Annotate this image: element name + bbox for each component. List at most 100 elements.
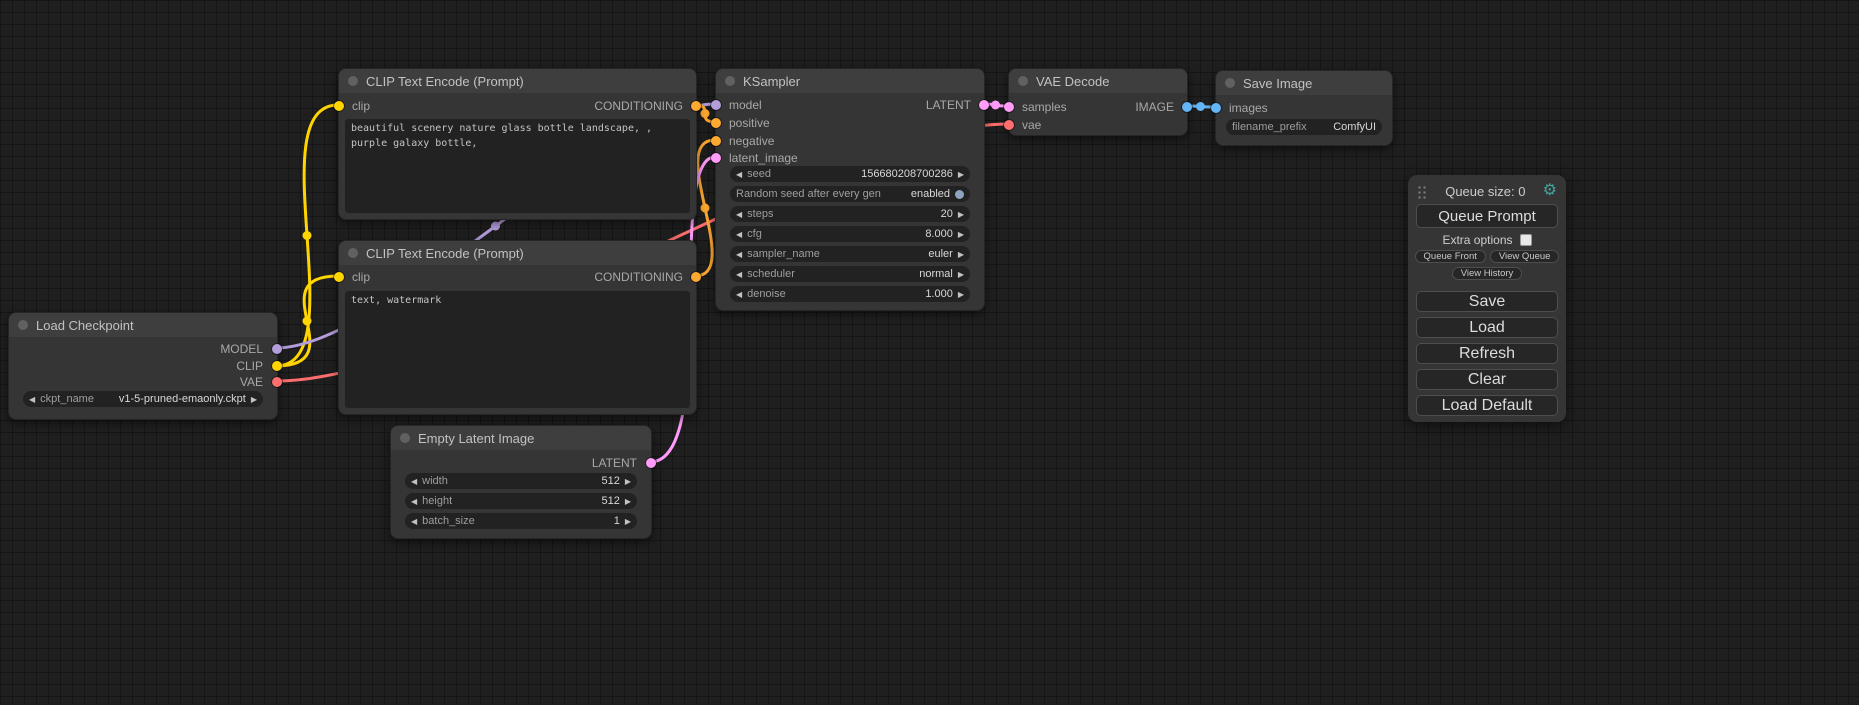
link-midpoint-dot [303, 317, 312, 326]
increment-arrow-icon[interactable]: ▶ [958, 290, 964, 299]
filename-prefix-widget[interactable]: filename_prefix ComfyUI [1226, 119, 1382, 135]
increment-arrow-icon[interactable]: ▶ [958, 270, 964, 279]
random-seed-toggle-widget[interactable]: Random seed after every gen enabled [730, 186, 970, 202]
node-clip-text-encode-negative[interactable]: CLIP Text Encode (Prompt) clip CONDITION… [338, 240, 697, 415]
increment-arrow-icon[interactable]: ▶ [625, 497, 631, 506]
decrement-arrow-icon[interactable]: ◀ [736, 210, 742, 219]
save-button[interactable]: Save [1416, 291, 1558, 312]
decrement-arrow-icon[interactable]: ◀ [736, 230, 742, 239]
node-header[interactable]: CLIP Text Encode (Prompt) [339, 241, 696, 265]
height-widget[interactable]: ◀ height 512 ▶ [405, 493, 637, 509]
output-label-model: MODEL [220, 343, 263, 355]
increment-arrow-icon[interactable]: ▶ [958, 250, 964, 259]
decrement-arrow-icon[interactable]: ◀ [736, 170, 742, 179]
decrement-arrow-icon[interactable]: ◀ [736, 250, 742, 259]
node-empty-latent-image[interactable]: Empty Latent Image LATENT ◀ width 512 ▶ … [390, 425, 652, 539]
width-widget[interactable]: ◀ width 512 ▶ [405, 473, 637, 489]
clip-output-slot[interactable] [272, 361, 282, 371]
toggle-dot-icon[interactable] [955, 190, 964, 199]
image-output-slot[interactable] [1182, 102, 1192, 112]
queue-prompt-button[interactable]: Queue Prompt [1416, 204, 1558, 228]
clear-button[interactable]: Clear [1416, 369, 1558, 390]
input-label-samples: samples [1022, 101, 1067, 113]
increment-arrow-icon[interactable]: ▶ [958, 170, 964, 179]
batch-size-widget[interactable]: ◀ batch_size 1 ▶ [405, 513, 637, 529]
cfg-widget[interactable]: ◀ cfg 8.000 ▶ [730, 226, 970, 242]
steps-widget[interactable]: ◀ steps 20 ▶ [730, 206, 970, 222]
node-header[interactable]: Save Image [1216, 71, 1392, 95]
node-ksampler[interactable]: KSampler model positive negative latent_… [715, 68, 985, 311]
decrement-arrow-icon[interactable]: ◀ [29, 395, 35, 404]
node-header[interactable]: Load Checkpoint [9, 313, 277, 337]
widget-label: cfg [747, 228, 762, 240]
latent-output-slot[interactable] [979, 100, 989, 110]
workflow-buttons: Save Load Refresh Clear Load Default [1416, 291, 1558, 416]
collapse-dot-icon[interactable] [400, 433, 410, 443]
settings-gear-icon[interactable]: ⚙ [1543, 183, 1557, 199]
collapse-dot-icon[interactable] [1225, 78, 1235, 88]
node-vae-decode[interactable]: VAE Decode samples vae IMAGE [1008, 68, 1188, 136]
node-clip-text-encode-positive[interactable]: CLIP Text Encode (Prompt) clip CONDITION… [338, 68, 697, 220]
queue-size-label: Queue size: 0 [1428, 184, 1543, 199]
decrement-arrow-icon[interactable]: ◀ [411, 477, 417, 486]
decrement-arrow-icon[interactable]: ◀ [736, 290, 742, 299]
node-title: CLIP Text Encode (Prompt) [366, 246, 524, 261]
collapse-dot-icon[interactable] [348, 76, 358, 86]
latent-image-input-slot[interactable] [711, 153, 721, 163]
samples-input-slot[interactable] [1004, 102, 1014, 112]
graph-canvas[interactable]: Load Checkpoint MODEL CLIP VAE ◀ ckpt_na… [0, 0, 1859, 705]
decrement-arrow-icon[interactable]: ◀ [411, 497, 417, 506]
model-output-slot[interactable] [272, 344, 282, 354]
negative-input-slot[interactable] [711, 136, 721, 146]
denoise-widget[interactable]: ◀ denoise 1.000 ▶ [730, 286, 970, 302]
scheduler-widget[interactable]: ◀ scheduler normal ▶ [730, 266, 970, 282]
seed-widget[interactable]: ◀ seed 156680208700286 ▶ [730, 166, 970, 182]
positive-input-slot[interactable] [711, 118, 721, 128]
node-load-checkpoint[interactable]: Load Checkpoint MODEL CLIP VAE ◀ ckpt_na… [8, 312, 278, 420]
widget-label: denoise [747, 288, 786, 300]
images-input-slot[interactable] [1211, 103, 1221, 113]
negative-prompt-textarea[interactable]: text, watermark [345, 291, 690, 408]
load-button[interactable]: Load [1416, 317, 1558, 338]
increment-arrow-icon[interactable]: ▶ [958, 230, 964, 239]
vae-output-slot[interactable] [272, 377, 282, 387]
model-input-slot[interactable] [711, 100, 721, 110]
node-header[interactable]: Empty Latent Image [391, 426, 651, 450]
view-queue-button[interactable]: View Queue [1490, 250, 1560, 263]
conditioning-output-slot[interactable] [691, 272, 701, 282]
increment-arrow-icon[interactable]: ▶ [958, 210, 964, 219]
conditioning-output-slot[interactable] [691, 101, 701, 111]
collapse-dot-icon[interactable] [725, 76, 735, 86]
clip-input-slot[interactable] [334, 101, 344, 111]
queue-front-button[interactable]: Queue Front [1415, 250, 1486, 263]
clip-input-slot[interactable] [334, 272, 344, 282]
extra-options-checkbox[interactable] [1520, 234, 1532, 246]
node-title: Load Checkpoint [36, 318, 134, 333]
collapse-dot-icon[interactable] [18, 320, 28, 330]
node-header[interactable]: CLIP Text Encode (Prompt) [339, 69, 696, 93]
node-save-image[interactable]: Save Image images filename_prefix ComfyU… [1215, 70, 1393, 146]
latent-output-slot[interactable] [646, 458, 656, 468]
refresh-button[interactable]: Refresh [1416, 343, 1558, 364]
collapse-dot-icon[interactable] [348, 248, 358, 258]
widget-label: filename_prefix [1232, 121, 1307, 133]
output-label-latent: LATENT [592, 457, 637, 469]
node-title: KSampler [743, 74, 800, 89]
decrement-arrow-icon[interactable]: ◀ [411, 517, 417, 526]
decrement-arrow-icon[interactable]: ◀ [736, 270, 742, 279]
sampler-name-widget[interactable]: ◀ sampler_name euler ▶ [730, 246, 970, 262]
node-header[interactable]: VAE Decode [1009, 69, 1187, 93]
ckpt-name-widget[interactable]: ◀ ckpt_name v1-5-pruned-emaonly.ckpt ▶ [23, 391, 263, 407]
increment-arrow-icon[interactable]: ▶ [625, 477, 631, 486]
increment-arrow-icon[interactable]: ▶ [251, 395, 257, 404]
load-default-button[interactable]: Load Default [1416, 395, 1558, 416]
vae-input-slot[interactable] [1004, 120, 1014, 130]
positive-prompt-textarea[interactable]: beautiful scenery nature glass bottle la… [345, 119, 690, 213]
node-header[interactable]: KSampler [716, 69, 984, 93]
drag-handle-icon[interactable] [1417, 184, 1428, 199]
increment-arrow-icon[interactable]: ▶ [625, 517, 631, 526]
widget-value: ComfyUI [1333, 121, 1376, 133]
widget-label: sampler_name [747, 248, 820, 260]
collapse-dot-icon[interactable] [1018, 76, 1028, 86]
view-history-button[interactable]: View History [1452, 267, 1523, 280]
